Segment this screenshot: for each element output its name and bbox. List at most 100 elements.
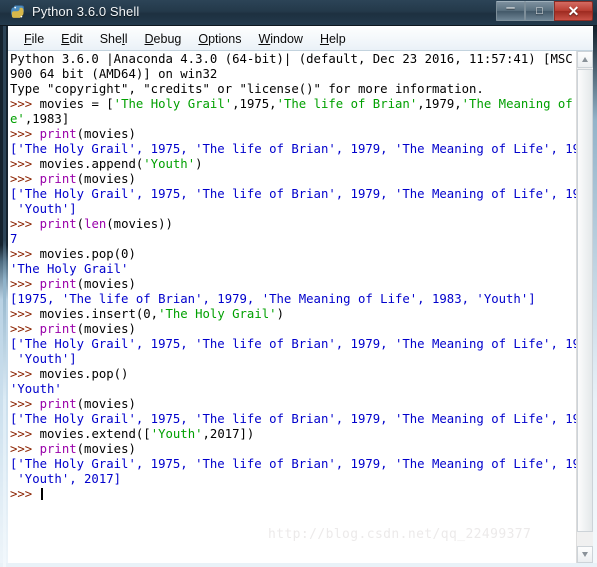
console-line: >>>	[10, 487, 570, 502]
minimize-button[interactable]: –	[496, 0, 525, 21]
shell-text-area[interactable]: Python 3.6.0 |Anaconda 4.3.0 (64-bit)| (…	[8, 51, 593, 563]
console-span-plain: movies = [	[39, 97, 114, 111]
console-line: >>> print(movies)	[10, 277, 570, 292]
console-line: 900 64 bit (AMD64)] on win32	[10, 67, 570, 82]
vertical-scrollbar[interactable]	[576, 51, 593, 563]
console-span-prompt: >>>	[10, 97, 40, 111]
scroll-up-button[interactable]	[577, 51, 593, 68]
title-bar[interactable]: Python 3.6.0 Shell – □ ✕	[0, 0, 597, 26]
menu-accel-key: W	[258, 31, 271, 46]
console-span-prompt: >>>	[10, 157, 40, 171]
console-line: >>> movies.insert(0,'The Holy Grail')	[10, 307, 570, 322]
console-line: Python 3.6.0 |Anaconda 4.3.0 (64-bit)| (…	[10, 52, 593, 67]
scroll-down-button[interactable]	[577, 546, 593, 563]
console-span-prompt: >>>	[10, 487, 40, 501]
console-line: e',1983]	[10, 112, 570, 127]
console-span-prompt: >>>	[10, 367, 40, 381]
console-line: >>> print(movies)	[10, 442, 570, 457]
menu-accel-key: E	[61, 31, 70, 46]
menu-item-shell[interactable]: Shell	[92, 30, 137, 48]
console-span-out: ['The Holy Grail', 1975, 'The life of Br…	[10, 187, 593, 201]
console-span-plain: movies.pop(0)	[39, 247, 136, 261]
scrollbar-thumb[interactable]	[577, 69, 593, 532]
console-span-out: 'The Holy Grail'	[10, 262, 129, 276]
python-snake-icon	[11, 5, 24, 18]
console-span-plain: (movies)	[76, 442, 136, 456]
menu-accel-key: D	[144, 31, 154, 46]
console-line: >>> movies.pop()	[10, 367, 570, 382]
menu-item-file[interactable]: File	[16, 30, 53, 48]
console-span-plain: ,1983]	[24, 112, 70, 126]
console-span-builtin: print	[39, 442, 77, 456]
console-line: ['The Holy Grail', 1975, 'The life of Br…	[10, 337, 593, 352]
scroll-up-arrow-icon	[582, 57, 588, 62]
console-line: >>> print(movies)	[10, 172, 570, 187]
console-output: Python 3.6.0 |Anaconda 4.3.0 (64-bit)| (…	[10, 52, 593, 502]
console-span-plain: (	[76, 217, 85, 231]
console-span-out: [1975, 'The life of Brian', 1979, 'The M…	[10, 292, 536, 306]
console-span-prompt: >>>	[10, 397, 40, 411]
console-span-prompt: >>>	[10, 247, 40, 261]
console-span-out: 'Youth', 2017]	[10, 472, 122, 486]
console-line: 7	[10, 232, 570, 247]
console-span-plain: movies.pop()	[39, 367, 129, 381]
console-span-out: 'Youth']	[10, 352, 77, 366]
idle-shell-window: Python 3.6.0 Shell – □ ✕ File Edit Shell De…	[0, 0, 597, 567]
menu-accel-key: H	[319, 31, 329, 46]
console-span-out: ['The Holy Grail', 1975, 'The life of Br…	[10, 337, 593, 351]
menu-item-window[interactable]: Window	[250, 30, 311, 48]
console-span-plain: )	[195, 157, 203, 171]
console-line: ['The Holy Grail', 1975, 'The life of Br…	[10, 142, 593, 157]
console-span-out: ['The Holy Grail', 1975, 'The life of Br…	[10, 457, 593, 471]
console-span-str: 'The Meaning of Lif	[461, 97, 593, 111]
console-span-plain: (movies)	[76, 322, 136, 336]
close-icon: ✕	[567, 3, 580, 19]
maximize-icon: □	[536, 5, 543, 17]
console-span-prompt: >>>	[10, 322, 40, 336]
console-span-prompt: >>>	[10, 307, 40, 321]
console-line: [1975, 'The life of Brian', 1979, 'The M…	[10, 292, 570, 307]
menu-accel-key: O	[198, 31, 209, 46]
watermark-text: http://blog.csdn.net/qq_22499377	[268, 527, 532, 542]
console-span-plain: 900 64 bit (AMD64)] on win32	[10, 67, 218, 81]
console-span-plain: (movies)	[76, 277, 136, 291]
console-span-builtin: print	[39, 277, 77, 291]
console-line: 'The Holy Grail'	[10, 262, 570, 277]
console-span-builtin: len	[84, 217, 107, 231]
menu-item-edit[interactable]: Edit	[53, 30, 92, 48]
scroll-down-arrow-icon	[582, 552, 588, 557]
menu-item-options[interactable]: Options	[190, 30, 250, 48]
console-line: 'Youth'	[10, 382, 570, 397]
maximize-button[interactable]: □	[525, 1, 554, 21]
console-line: >>> print(len(movies))	[10, 217, 570, 232]
console-span-plain: movies.insert(0,	[39, 307, 159, 321]
console-span-plain: (movies)	[76, 172, 136, 186]
console-span-prompt: >>>	[10, 442, 40, 456]
console-span-out: 'Youth'	[10, 382, 62, 396]
window-border-left-inner	[3, 0, 6, 567]
console-span-builtin: print	[39, 397, 77, 411]
console-line: >>> movies.extend(['Youth',2017])	[10, 427, 570, 442]
console-span-out: ['The Holy Grail', 1975, 'The life of Br…	[10, 412, 593, 426]
close-button[interactable]: ✕	[554, 1, 593, 21]
menu-item-help[interactable]: Help	[312, 30, 355, 48]
window-border-bottom	[0, 563, 597, 567]
menu-accel-key: F	[24, 31, 32, 46]
console-span-plain: Type "copyright", "credits" or "license(…	[10, 82, 484, 96]
console-span-plain: movies.extend([	[39, 427, 151, 441]
console-line: >>> print(movies)	[10, 127, 570, 142]
console-span-str: e'	[10, 112, 25, 126]
console-span-out: ['The Holy Grail', 1975, 'The life of Br…	[10, 142, 593, 156]
console-span-plain: (movies)	[76, 127, 136, 141]
console-line: ['The Holy Grail', 1975, 'The life of Br…	[10, 412, 593, 427]
console-span-plain: Python 3.6.0 |Anaconda 4.3.0 (64-bit)| (…	[10, 52, 593, 66]
console-line: ['The Holy Grail', 1975, 'The life of Br…	[10, 457, 593, 472]
console-line: >>> print(movies)	[10, 397, 570, 412]
console-span-prompt: >>>	[10, 172, 40, 186]
menu-accel-key: l	[121, 31, 125, 46]
console-span-prompt: >>>	[10, 427, 40, 441]
menu-item-debug[interactable]: Debug	[137, 30, 191, 48]
console-line: Type "copyright", "credits" or "license(…	[10, 82, 570, 97]
console-span-str: 'Youth'	[143, 157, 196, 171]
console-span-plain: ,1975,	[232, 97, 277, 111]
